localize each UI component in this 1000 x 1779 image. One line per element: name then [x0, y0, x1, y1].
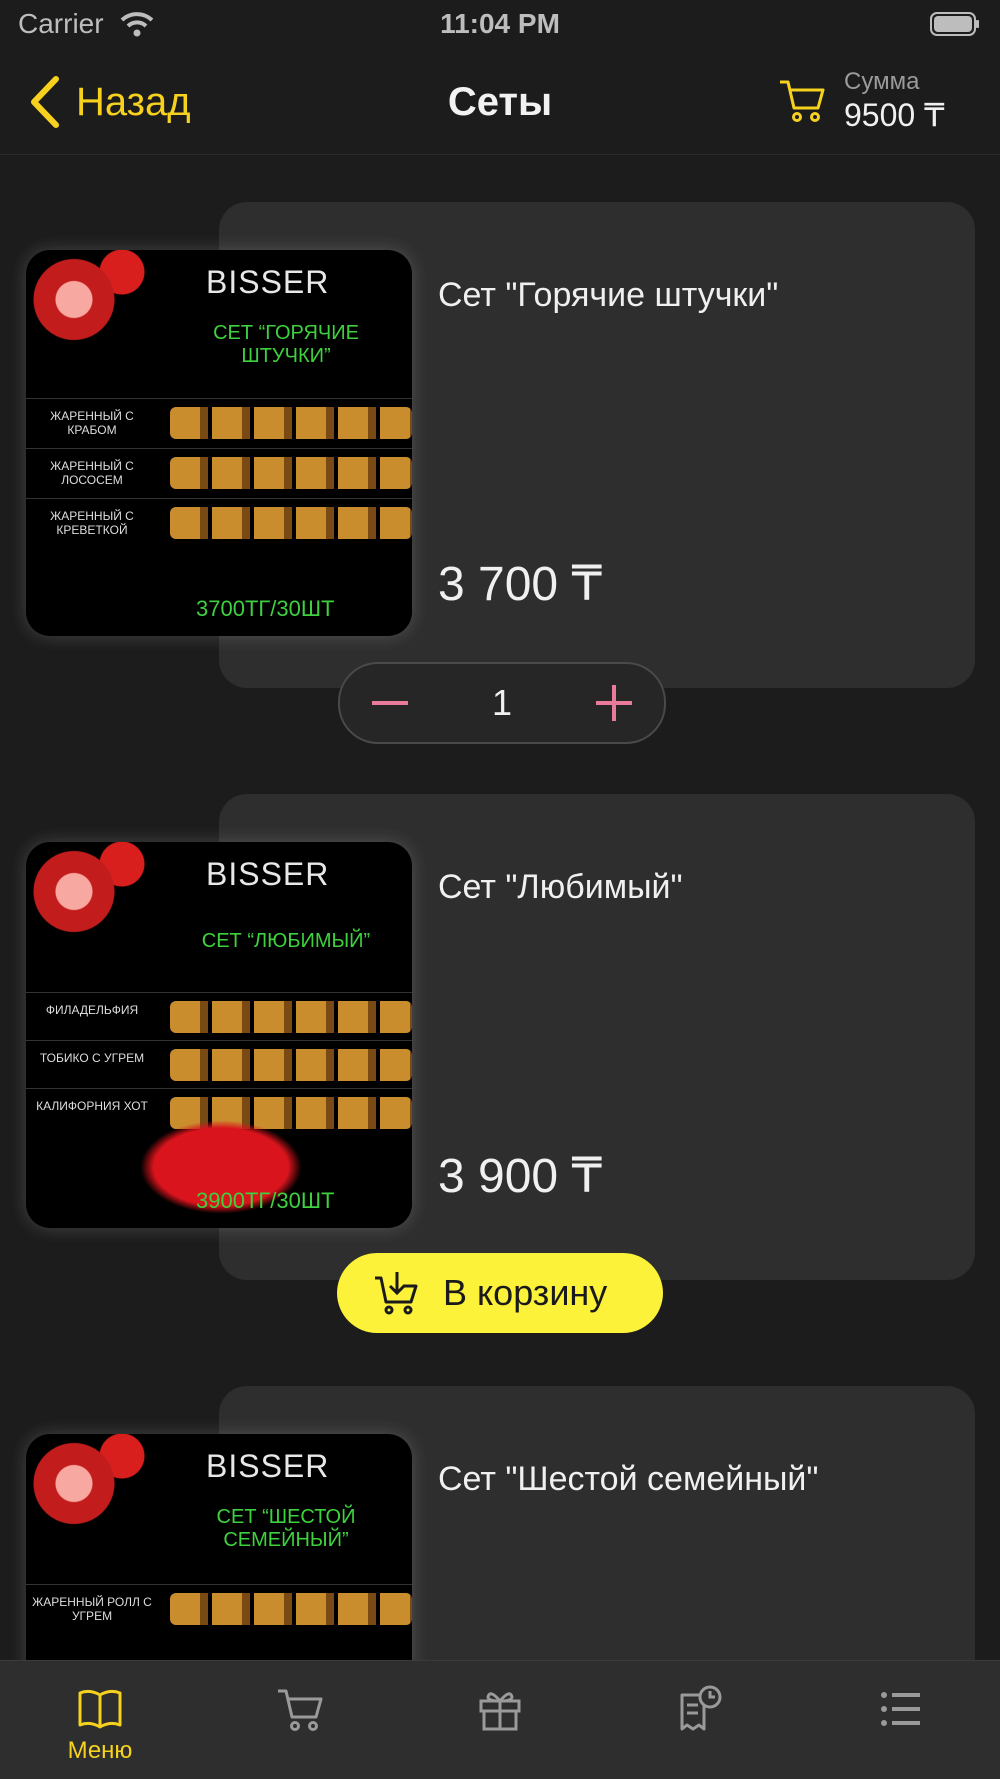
increment-button[interactable]: [564, 664, 664, 742]
cart-sum-button[interactable]: Сумма 9500 ₸: [778, 68, 978, 140]
image-row-label: ЖАРЕННЫЙ С ЛОСОСЕМ: [50, 459, 134, 487]
add-to-cart-label: В корзину: [443, 1272, 608, 1313]
sushi-row-graphic: [170, 507, 412, 539]
decrement-button[interactable]: [340, 664, 440, 742]
cart-sum-label: Сумма: [844, 68, 920, 95]
image-title: СЕТ “ШЕСТОЙ СЕМЕЙНЫЙ”: [216, 1506, 356, 1551]
minus-icon: [372, 701, 408, 705]
book-icon: [78, 1689, 122, 1729]
product-price: 3 900 ₸: [438, 1150, 602, 1203]
image-row: ЖАРЕННЫЙ С КРАБОМ: [26, 398, 412, 447]
receipt-clock-icon: [680, 1685, 722, 1731]
sushi-roll-graphic: [26, 250, 146, 360]
cart-icon: [780, 80, 825, 122]
tab-order-history[interactable]: [600, 1661, 800, 1779]
image-row-label: ТОБИКО С УГРЕМ: [39, 1051, 145, 1065]
product-image[interactable]: BISSER СЕТ “ШЕСТОЙ СЕМЕЙНЫЙ” ЖАРЕННЫЙ РО…: [26, 1434, 412, 1694]
status-bar: Carrier 11:04 PM: [0, 0, 1000, 50]
image-row-label: ЖАРЕННЫЙ РОЛЛ С УГРЕМ: [32, 1595, 152, 1623]
tab-bar: Меню: [0, 1660, 1000, 1779]
image-brand: BISSER: [206, 1448, 330, 1484]
product-name: Сет "Шестой семейный": [438, 1460, 819, 1498]
sushi-row-graphic: [170, 1593, 412, 1625]
image-row: ЖАРЕННЫЙ С ЛОСОСЕМ: [26, 448, 412, 497]
image-row-label: ЖАРЕННЫЙ С КРАБОМ: [50, 409, 134, 437]
product-image[interactable]: BISSER СЕТ “ГОРЯЧИЕ ШТУЧКИ” ЖАРЕННЫЙ С К…: [26, 250, 412, 636]
product-name: Сет "Любимый": [438, 868, 683, 906]
image-brand: BISSER: [206, 856, 330, 892]
image-footer: 3700ТГ/30ШТ: [196, 596, 335, 621]
sushi-row-graphic: [170, 407, 412, 439]
image-title: СЕТ “ГОРЯЧИЕ ШТУЧКИ”: [213, 322, 359, 367]
sushi-row-graphic: [170, 457, 412, 489]
sushi-row-graphic: [170, 1049, 412, 1081]
cart-download-icon: [375, 1272, 418, 1315]
image-row-label: ЖАРЕННЫЙ С КРЕВЕТКОЙ: [50, 509, 134, 537]
product-image[interactable]: BISSER СЕТ “ЛЮБИМЫЙ” ФИЛАДЕЛЬФИЯ ТОБИКО …: [26, 842, 412, 1228]
cart-sum-value: 9500 ₸: [844, 97, 945, 133]
tab-menu[interactable]: Меню: [0, 1661, 200, 1779]
quantity-value: 1: [491, 682, 513, 723]
status-time: 11:04 PM: [440, 8, 560, 39]
cart-icon: [278, 1689, 323, 1731]
list-icon: [881, 1692, 920, 1726]
image-row: ФИЛАДЕЛЬФИЯ: [26, 992, 412, 1041]
image-row-label: КАЛИФОРНИЯ ХОТ: [36, 1099, 148, 1113]
gift-icon: [479, 1692, 521, 1731]
sushi-roll-graphic: [26, 1434, 146, 1544]
tab-gifts[interactable]: [400, 1661, 600, 1779]
product-name: Сет "Горячие штучки": [438, 276, 779, 314]
image-row: ТОБИКО С УГРЕМ: [26, 1040, 412, 1089]
tab-cart[interactable]: [200, 1661, 400, 1779]
tab-more[interactable]: [800, 1661, 1000, 1779]
add-to-cart-button[interactable]: В корзину: [337, 1253, 663, 1333]
image-brand: BISSER: [206, 264, 330, 300]
navigation-bar: Назад Сеты Сумма 9500 ₸: [0, 50, 1000, 155]
battery-icon: [930, 12, 979, 36]
quantity-stepper[interactable]: 1: [338, 662, 666, 744]
tab-label: Меню: [67, 1737, 133, 1764]
image-title: СЕТ “ЛЮБИМЫЙ”: [201, 930, 371, 952]
image-row-label: ФИЛАДЕЛЬФИЯ: [45, 1003, 139, 1017]
plus-icon: [596, 685, 632, 721]
image-row: ЖАРЕННЫЙ РОЛЛ С УГРЕМ: [26, 1584, 412, 1633]
sushi-roll-graphic: [26, 842, 146, 952]
image-footer: 3900ТГ/30ШТ: [196, 1188, 335, 1213]
sushi-row-graphic: [170, 1001, 412, 1033]
product-price: 3 700 ₸: [438, 558, 602, 611]
image-row: ЖАРЕННЫЙ С КРЕВЕТКОЙ: [26, 498, 412, 547]
